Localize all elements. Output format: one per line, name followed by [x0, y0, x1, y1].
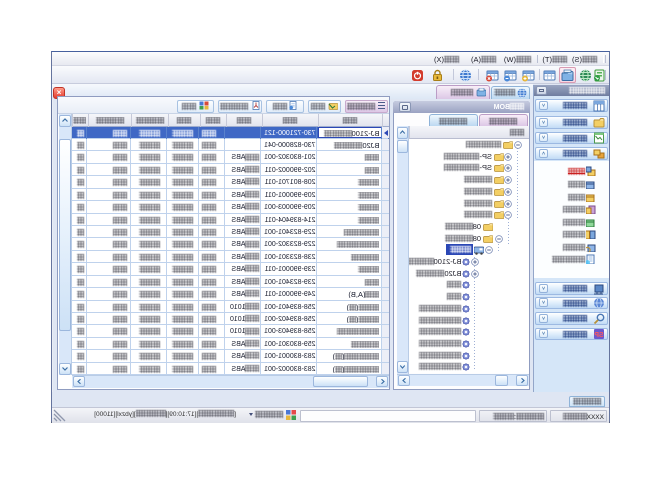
- svg-text:SP: SP: [594, 332, 604, 339]
